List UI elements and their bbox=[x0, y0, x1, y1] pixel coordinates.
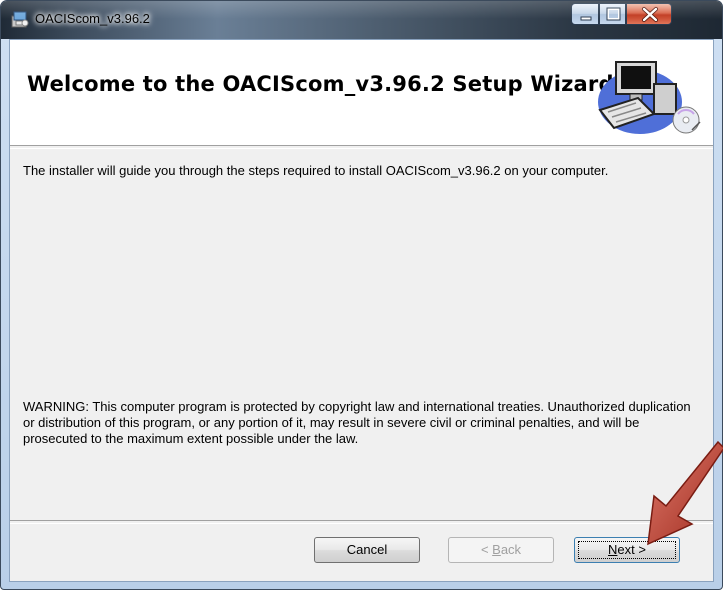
page-title: Welcome to the OACIScom_v3.96.2 Setup Wi… bbox=[27, 72, 614, 96]
back-accelerator: B bbox=[492, 542, 501, 557]
window-title: OACIScom_v3.96.2 bbox=[35, 11, 150, 26]
wizard-body: Welcome to the OACIScom_v3.96.2 Setup Wi… bbox=[9, 39, 714, 582]
computer-setup-graphic bbox=[598, 61, 701, 134]
footer-divider bbox=[10, 520, 713, 524]
wizard-banner: Welcome to the OACIScom_v3.96.2 Setup Wi… bbox=[10, 40, 713, 145]
cancel-label: Cancel bbox=[346, 542, 388, 557]
back-label: < Back bbox=[481, 542, 521, 557]
maximize-button[interactable] bbox=[599, 3, 626, 25]
next-accelerator: N bbox=[608, 542, 618, 557]
close-icon bbox=[642, 7, 658, 22]
close-button[interactable] bbox=[626, 3, 672, 25]
back-prefix: < bbox=[480, 542, 493, 557]
banner-divider bbox=[10, 145, 713, 149]
next-rest: ext > bbox=[617, 542, 646, 557]
back-button[interactable]: < Back bbox=[448, 537, 554, 563]
minimize-icon bbox=[580, 16, 592, 21]
back-rest: ack bbox=[500, 542, 522, 557]
next-button[interactable]: Next > bbox=[574, 537, 680, 563]
cancel-button[interactable]: Cancel bbox=[314, 537, 420, 563]
setup-window: OACIScom_v3.96.2 Welcome to the OACIScom… bbox=[0, 0, 723, 590]
maximize-icon bbox=[606, 7, 621, 21]
next-label: Next > bbox=[608, 542, 646, 557]
intro-text: The installer will guide you through the… bbox=[23, 163, 609, 178]
title-bar[interactable]: OACIScom_v3.96.2 bbox=[1, 1, 722, 39]
minimize-button[interactable] bbox=[571, 3, 599, 25]
installer-icon bbox=[11, 11, 29, 28]
copyright-warning: WARNING: This computer program is protec… bbox=[23, 399, 691, 446]
